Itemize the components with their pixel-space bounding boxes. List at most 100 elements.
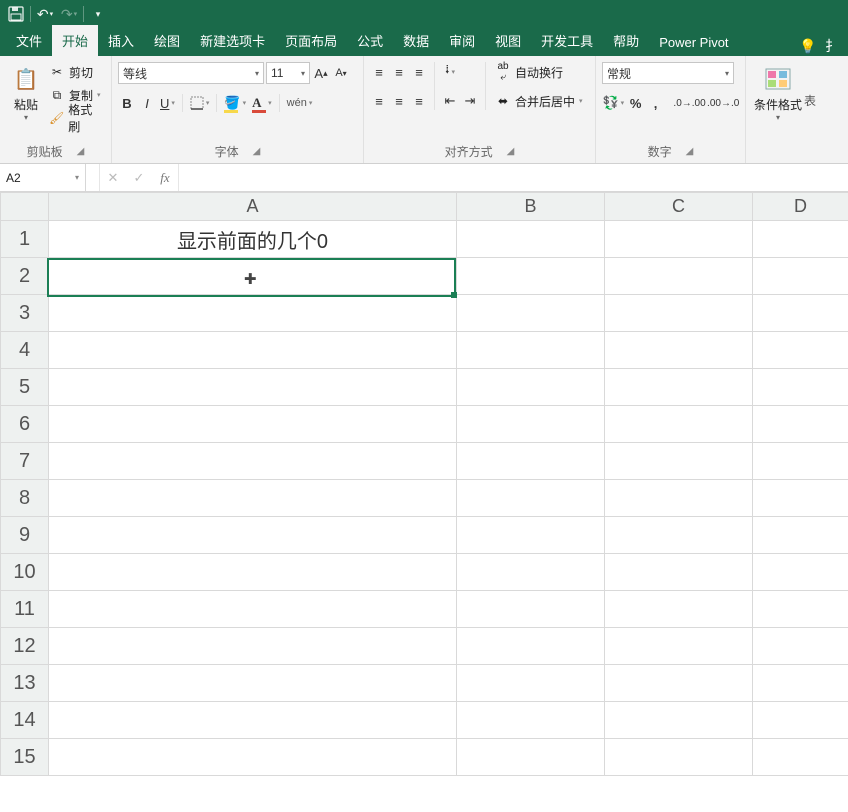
cell[interactable] <box>49 406 457 443</box>
increase-font-icon[interactable]: A▴ <box>312 63 330 83</box>
cancel-formula-icon[interactable]: ✕ <box>100 170 126 186</box>
cell[interactable] <box>753 295 848 332</box>
cell[interactable] <box>457 480 605 517</box>
row-header[interactable]: 13 <box>1 665 49 702</box>
cell[interactable] <box>753 702 848 739</box>
decrease-indent-icon[interactable]: ⇤ <box>441 91 459 111</box>
cell[interactable] <box>753 628 848 665</box>
align-middle-icon[interactable]: ≡ <box>390 62 408 82</box>
font-color-button[interactable]: A▾ <box>250 93 274 113</box>
cell[interactable] <box>605 739 753 776</box>
column-header[interactable]: D <box>753 193 848 221</box>
row-header[interactable]: 4 <box>1 332 49 369</box>
cell[interactable] <box>457 443 605 480</box>
tab-home[interactable]: 开始 <box>52 25 98 56</box>
cell[interactable] <box>457 665 605 702</box>
font-size-select[interactable]: 11▾ <box>266 62 310 84</box>
cell[interactable] <box>457 221 605 258</box>
cell[interactable] <box>605 554 753 591</box>
row-header[interactable]: 15 <box>1 739 49 776</box>
tell-me-icon[interactable]: 💡 <box>796 38 820 55</box>
cell[interactable] <box>753 258 848 295</box>
format-painter-button[interactable]: 🖌格式刷 <box>46 108 105 128</box>
italic-button[interactable]: I <box>138 93 156 113</box>
increase-indent-icon[interactable]: ⇥ <box>461 91 479 111</box>
tab-developer[interactable]: 开发工具 <box>531 25 603 56</box>
column-header[interactable]: C <box>605 193 753 221</box>
cell[interactable] <box>605 406 753 443</box>
row-header[interactable]: 1 <box>1 221 49 258</box>
cell[interactable] <box>605 517 753 554</box>
cell[interactable] <box>457 517 605 554</box>
cell[interactable] <box>753 591 848 628</box>
insert-function-icon[interactable]: fx <box>152 170 178 186</box>
fill-color-button[interactable]: 🪣▾ <box>222 93 248 113</box>
align-right-icon[interactable]: ≡ <box>410 91 428 111</box>
cell[interactable] <box>605 295 753 332</box>
cell[interactable] <box>49 332 457 369</box>
tab-review[interactable]: 审阅 <box>439 25 485 56</box>
decrease-font-icon[interactable]: A▾ <box>332 63 350 83</box>
save-icon[interactable] <box>4 2 28 26</box>
cell[interactable] <box>49 480 457 517</box>
orientation-icon[interactable]: ⭭▾ <box>441 62 459 82</box>
undo-icon[interactable]: ↶▾ <box>33 2 57 26</box>
cell[interactable] <box>49 258 457 295</box>
tab-view[interactable]: 视图 <box>485 25 531 56</box>
cell[interactable] <box>457 369 605 406</box>
cell[interactable] <box>457 258 605 295</box>
percent-format-icon[interactable]: % <box>627 93 645 113</box>
cell[interactable] <box>49 739 457 776</box>
column-header[interactable]: B <box>457 193 605 221</box>
cell[interactable]: 显示前面的几个0 <box>49 221 457 258</box>
cell[interactable] <box>753 221 848 258</box>
cell[interactable] <box>605 591 753 628</box>
formula-input[interactable] <box>179 164 848 191</box>
border-button[interactable]: ▾ <box>188 93 212 113</box>
cell[interactable] <box>457 295 605 332</box>
cell[interactable] <box>457 739 605 776</box>
decrease-decimal-icon[interactable]: .00→.0 <box>707 93 739 113</box>
cut-button[interactable]: ✂剪切 <box>46 62 105 82</box>
column-header[interactable]: A <box>49 193 457 221</box>
tab-help[interactable]: 帮助 <box>603 25 649 56</box>
number-format-select[interactable]: 常规▾ <box>602 62 734 84</box>
comma-format-icon[interactable]: , <box>647 93 665 113</box>
row-header[interactable]: 9 <box>1 517 49 554</box>
cell[interactable] <box>49 295 457 332</box>
row-header[interactable]: 11 <box>1 591 49 628</box>
cell[interactable] <box>457 406 605 443</box>
row-header[interactable]: 14 <box>1 702 49 739</box>
cell[interactable] <box>457 591 605 628</box>
dialog-launcher-icon[interactable]: ◢ <box>77 146 85 157</box>
cell[interactable] <box>753 739 848 776</box>
cell[interactable] <box>605 480 753 517</box>
name-box[interactable]: A2▾ <box>0 164 86 191</box>
cell[interactable] <box>605 258 753 295</box>
bold-button[interactable]: B <box>118 93 136 113</box>
cell[interactable] <box>753 554 848 591</box>
cell[interactable] <box>49 554 457 591</box>
tab-newtab[interactable]: 新建选项卡 <box>190 25 275 56</box>
cell[interactable] <box>753 480 848 517</box>
cell[interactable] <box>457 554 605 591</box>
tab-page-layout[interactable]: 页面布局 <box>275 25 347 56</box>
row-header[interactable]: 3 <box>1 295 49 332</box>
cell[interactable] <box>457 628 605 665</box>
cell[interactable] <box>753 665 848 702</box>
align-top-icon[interactable]: ≡ <box>370 62 388 82</box>
align-center-icon[interactable]: ≡ <box>390 91 408 111</box>
conditional-formatting-button[interactable]: 条件格式 ▾ <box>752 62 804 122</box>
row-header[interactable]: 5 <box>1 369 49 406</box>
row-header[interactable]: 2 <box>1 258 49 295</box>
accounting-format-icon[interactable]: 💱▾ <box>602 93 625 113</box>
cell[interactable] <box>605 221 753 258</box>
cell[interactable] <box>49 517 457 554</box>
worksheet-grid[interactable]: A B C D 1显示前面的几个0 2 3 4 5 6 7 8 9 10 11 … <box>0 192 848 776</box>
row-header[interactable]: 6 <box>1 406 49 443</box>
tab-data[interactable]: 数据 <box>393 25 439 56</box>
align-bottom-icon[interactable]: ≡ <box>410 62 428 82</box>
cell[interactable] <box>457 702 605 739</box>
row-header[interactable]: 12 <box>1 628 49 665</box>
cell[interactable] <box>457 332 605 369</box>
